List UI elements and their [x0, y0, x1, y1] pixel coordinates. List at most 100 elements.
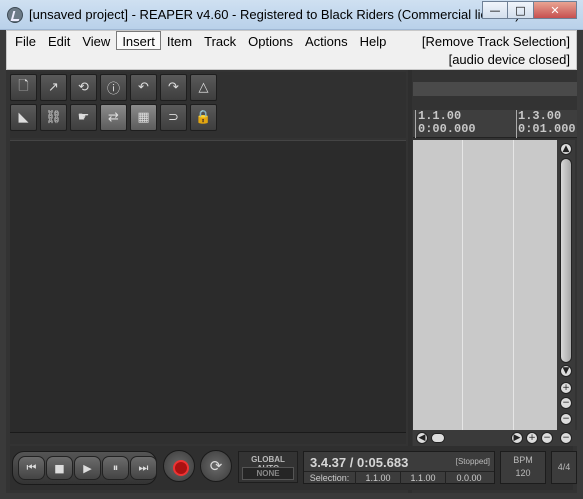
new-project-button[interactable]: 🗋 — [10, 74, 37, 101]
scroll-right-icon[interactable]: ▶ — [511, 432, 523, 444]
region-lane[interactable] — [413, 82, 577, 96]
position-display[interactable]: 3.4.37 / 0:05.683 [Stopped] Selection: 1… — [303, 451, 495, 484]
time-signature-display[interactable]: 4/4 — [551, 451, 577, 484]
window-controls: — □ ✕ — [482, 1, 577, 19]
play-icon: ▶ — [83, 461, 92, 475]
loop-icon: ⟳ — [209, 457, 223, 475]
zoom-horizontal-reset-icon[interactable]: − — [560, 432, 572, 444]
menu-track[interactable]: Track — [198, 31, 242, 50]
menu-bar: File Edit View Insert Item Track Options Action… — [6, 30, 577, 70]
maximize-button[interactable]: □ — [508, 1, 534, 19]
go-to-end-button[interactable]: ⏭ — [130, 456, 157, 480]
ruler-tick — [415, 110, 416, 138]
snap-grid-button[interactable]: ▦ — [130, 104, 157, 131]
undo-button[interactable]: ↶ — [130, 74, 157, 101]
snap-grid-icon: ▦ — [137, 110, 150, 125]
metronome-button[interactable]: △ — [190, 74, 217, 101]
grid-line — [462, 140, 463, 430]
pause-icon: ⏸ — [112, 461, 119, 474]
selection-row: Selection: 1.1.00 1.1.00 0.0.00 — [304, 471, 494, 484]
ruler-mark: 1.1.00 0:00.000 — [418, 110, 476, 136]
selection-start[interactable]: 1.1.00 — [356, 472, 401, 484]
bpm-value: 120 — [515, 468, 531, 478]
project-settings-button[interactable]: ⓘ — [100, 74, 127, 101]
ruler-mark: 1.3.00 0:01.000 — [518, 110, 576, 136]
go-to-end-icon: ⏭ — [138, 461, 149, 474]
track-panel-footer — [10, 432, 406, 444]
zoom-in-vertical-icon[interactable]: + — [560, 382, 572, 394]
vertical-scrollbar[interactable]: ▲ ▼ + − − — [557, 140, 575, 430]
redo-icon: ↷ — [168, 80, 179, 95]
menu-actions[interactable]: Actions — [299, 31, 354, 50]
transport-controls: ⏮ ■ ▶ ⏸ ⏭ — [12, 451, 157, 485]
menu-insert[interactable]: Insert — [116, 31, 161, 50]
play-button[interactable]: ▶ — [74, 456, 101, 480]
menu-options[interactable]: Options — [242, 31, 299, 50]
grid-line — [513, 140, 514, 430]
selection-end[interactable]: 1.1.00 — [401, 472, 446, 484]
redo-button[interactable]: ↷ — [160, 74, 187, 101]
snap-icon: ⊃ — [168, 110, 179, 125]
envelope-lock-icon: ⛓ — [45, 110, 62, 125]
zoom-vertical-reset-icon[interactable]: − — [560, 413, 572, 425]
ripple-edit-icon: ⇄ — [108, 110, 119, 125]
project-settings-icon: ⓘ — [106, 82, 120, 97]
close-icon: ✕ — [550, 3, 560, 17]
menu-help[interactable]: Help — [354, 31, 393, 50]
scroll-up-icon[interactable]: ▲ — [560, 143, 572, 155]
tempo-display[interactable]: BPM 120 — [500, 451, 546, 484]
ruler-time: 0:00.000 — [418, 122, 476, 136]
close-button[interactable]: ✕ — [534, 1, 577, 19]
timeline-ruler[interactable]: 1.1.00 0:00.000 1.3.00 0:01.000 — [413, 110, 577, 138]
zoom-out-horizontal-icon[interactable]: − — [541, 432, 553, 444]
scroll-left-icon[interactable]: ◀ — [416, 432, 428, 444]
menu-file[interactable]: File — [9, 31, 42, 50]
undo-icon: ↶ — [138, 80, 149, 95]
auto-crossfade-button[interactable]: ◣ — [10, 104, 37, 131]
title-bar: [unsaved project] - REAPER v4.60 - Regis… — [0, 0, 583, 30]
zoom-out-vertical-icon[interactable]: − — [560, 397, 572, 409]
record-button[interactable] — [163, 450, 195, 482]
reaper-app-icon[interactable] — [7, 7, 23, 23]
envelope-lock-button[interactable]: ⛓ — [40, 104, 67, 131]
menu-items: File Edit View Insert Item Track Options Action… — [9, 31, 392, 51]
position-readout: 3.4.37 / 0:05.683 — [310, 455, 409, 470]
main-toolbar: 🗋 ↗ ⟲ ⓘ ↶ ↷ △ ◣ ⛓ ☛ ⇄ ▦ ⊃ 🔒 — [10, 74, 222, 134]
transport-bar: ⏮ ■ ▶ ⏸ ⏭ ⟳ GLOBAL AUTO NONE 3.4.37 / 0:05.6… — [10, 446, 577, 490]
open-project-button[interactable]: ↗ — [40, 74, 67, 101]
stop-button[interactable]: ■ — [46, 456, 73, 480]
menu-edit[interactable]: Edit — [42, 31, 76, 50]
metronome-icon: △ — [198, 80, 209, 95]
play-status: [Stopped] — [455, 457, 490, 466]
grouping-button[interactable]: ☛ — [70, 104, 97, 131]
menu-item[interactable]: Item — [161, 31, 198, 50]
horizontal-scroll-thumb[interactable] — [431, 433, 445, 443]
maximize-icon: □ — [515, 3, 526, 17]
selection-length[interactable]: 0.0.00 — [446, 472, 492, 484]
horizontal-scrollbar[interactable]: ◀ ▶ + − − — [413, 430, 577, 446]
audio-device-status[interactable]: [audio device closed] — [449, 52, 570, 67]
locking-button[interactable]: 🔒 — [190, 104, 217, 131]
go-to-start-button[interactable]: ⏮ — [18, 456, 45, 480]
go-to-start-icon: ⏮ — [26, 461, 37, 474]
remove-track-selection-link[interactable]: [Remove Track Selection] — [422, 34, 570, 49]
track-control-panel[interactable] — [10, 140, 406, 432]
snap-button[interactable]: ⊃ — [160, 104, 187, 131]
vertical-scroll-thumb[interactable] — [560, 158, 572, 363]
global-auto-mode-button[interactable]: NONE — [242, 467, 294, 480]
menu-view[interactable]: View — [76, 31, 116, 50]
zoom-in-horizontal-icon[interactable]: + — [526, 432, 538, 444]
scroll-down-icon[interactable]: ▼ — [560, 365, 572, 377]
minimize-button[interactable]: — — [482, 1, 508, 19]
locking-icon: 🔒 — [195, 110, 212, 125]
window-title: [unsaved project] - REAPER v4.60 - Regis… — [29, 7, 520, 22]
repeat-button[interactable]: ⟳ — [200, 450, 232, 482]
selection-label: Selection: — [304, 472, 356, 484]
pause-button[interactable]: ⏸ — [102, 456, 129, 480]
panel-divider[interactable] — [408, 70, 412, 493]
arrange-view[interactable] — [413, 140, 557, 430]
save-project-icon: ⟲ — [78, 80, 89, 95]
ripple-edit-button[interactable]: ⇄ — [100, 104, 127, 131]
bpm-label: BPM — [513, 455, 533, 465]
save-project-button[interactable]: ⟲ — [70, 74, 97, 101]
